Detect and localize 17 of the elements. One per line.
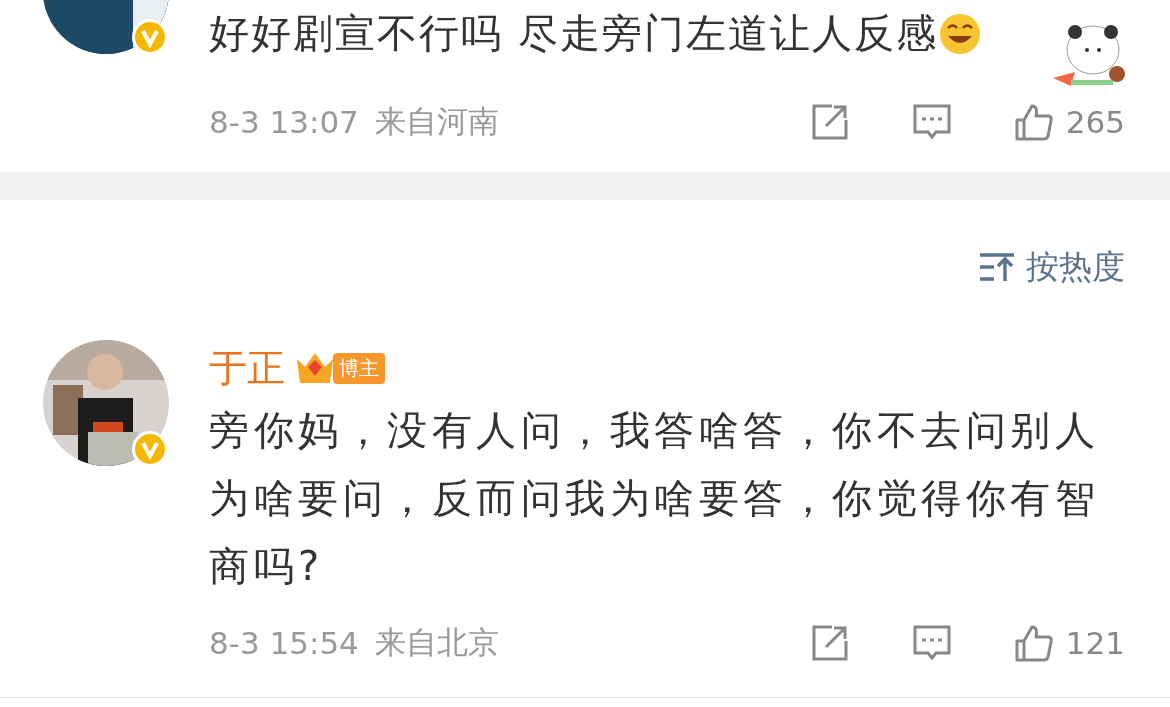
comment-time: 8-3 13:07 — [209, 104, 359, 140]
sort-button[interactable]: 按热度 — [978, 243, 1125, 291]
sort-icon — [978, 251, 1016, 283]
laughing-emoji-icon — [937, 12, 982, 56]
blogger-tag: 博主 — [333, 352, 385, 384]
user-name[interactable]: 于正 — [209, 342, 285, 394]
like-icon[interactable] — [1013, 623, 1054, 663]
like-count: 121 — [1065, 625, 1125, 661]
like-icon[interactable] — [1013, 102, 1054, 142]
comment-location: 来自河南 — [374, 102, 499, 141]
like-count: 265 — [1065, 104, 1125, 140]
comment-icon[interactable] — [911, 623, 952, 663]
comment-text: 好好剧宣不行吗 尽走旁门左道让人反感 — [209, 9, 938, 58]
comment-location: 来自北京 — [374, 623, 499, 662]
comment-text: 旁你妈，没有人问，我答啥答，你不去问别人为啥要问，反而问我为啥要答，你觉得你有智商吗? — [209, 406, 1100, 591]
comment-icon[interactable] — [911, 102, 952, 142]
comment-time: 8-3 15:54 — [209, 625, 359, 661]
